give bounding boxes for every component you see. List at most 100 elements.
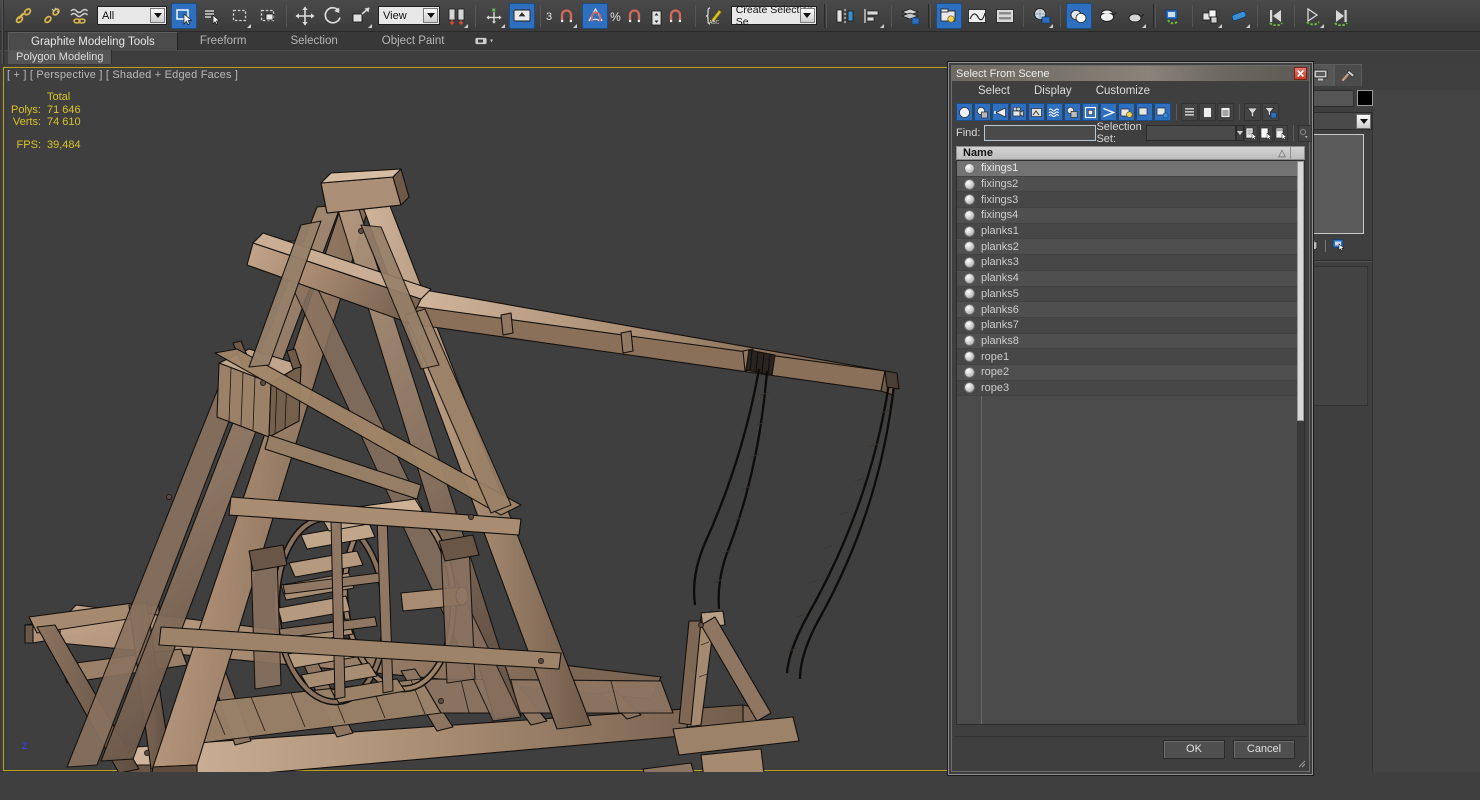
object-bulb-icon[interactable]: [964, 162, 975, 174]
expand-all-icon[interactable]: [1217, 103, 1234, 121]
render-setup-icon[interactable]: [1065, 2, 1092, 29]
object-color-swatch[interactable]: [1357, 90, 1373, 106]
graphite-toggle-icon[interactable]: [935, 2, 962, 29]
dialog-resize-grip[interactable]: [1297, 759, 1306, 768]
select-and-manipulate-icon[interactable]: [509, 2, 535, 29]
list-item[interactable]: planks5: [957, 286, 1304, 303]
window-crossing-icon[interactable]: [255, 3, 281, 29]
flyout-corner-icon[interactable]: [879, 23, 884, 28]
advanced-filter-icon[interactable]: [1262, 103, 1279, 121]
list-item[interactable]: fixings1: [957, 161, 1304, 177]
select-influences-icon[interactable]: [1258, 124, 1273, 142]
cancel-button[interactable]: Cancel: [1233, 739, 1295, 759]
chevron-down-icon[interactable]: [1235, 125, 1244, 141]
display-cameras-icon[interactable]: [1010, 103, 1027, 121]
chevron-down-icon[interactable]: [423, 8, 438, 23]
object-bulb-icon[interactable]: [964, 241, 975, 253]
flyout-corner-icon[interactable]: [1048, 23, 1053, 28]
chevron-down-icon[interactable]: [799, 8, 815, 23]
flyout-corner-icon[interactable]: [1245, 23, 1250, 28]
chevron-down-icon[interactable]: [150, 8, 165, 23]
next-frame-icon[interactable]: [1328, 3, 1354, 29]
list-item[interactable]: planks6: [957, 302, 1304, 318]
flyout-corner-icon[interactable]: [1217, 23, 1222, 28]
toolbar-grip[interactable]: [2, 0, 4, 32]
trebuchet-model[interactable]: [1, 65, 951, 773]
container-icon[interactable]: [1198, 3, 1224, 29]
display-helpers-icon[interactable]: [1028, 103, 1045, 121]
object-bulb-icon[interactable]: [964, 366, 975, 378]
tab-selection[interactable]: Selection: [268, 32, 359, 50]
tab-graphite-modeling-tools[interactable]: Graphite Modeling Tools: [8, 32, 178, 50]
named-selection-set-combo[interactable]: Create Selection Se: [730, 4, 817, 28]
curve-editor-icon[interactable]: [964, 3, 990, 29]
dialog-list-header[interactable]: Name △: [956, 146, 1305, 160]
flyout-corner-icon[interactable]: [573, 23, 578, 28]
viewport-label[interactable]: [ + ] [ Perspective ] [ Shaded + Edged F…: [7, 69, 238, 81]
select-object-icon[interactable]: [171, 2, 197, 29]
list-item[interactable]: rope3: [957, 380, 1304, 397]
find-input[interactable]: [984, 125, 1097, 141]
display-bones-icon[interactable]: [1100, 103, 1117, 121]
display-hidden-icon[interactable]: [1154, 103, 1171, 121]
select-dependents-icon[interactable]: [1273, 124, 1288, 142]
list-item[interactable]: planks7: [957, 317, 1304, 334]
object-bulb-icon[interactable]: [964, 178, 975, 190]
list-item[interactable]: planks2: [957, 239, 1304, 256]
select-by-name-icon[interactable]: [199, 3, 225, 29]
menu-customize[interactable]: Customize: [1084, 85, 1162, 97]
display-xrefs-icon[interactable]: [1082, 103, 1099, 121]
close-icon[interactable]: [1294, 67, 1307, 80]
edit-named-selection-icon[interactable]: ABC: [701, 3, 727, 29]
ok-button[interactable]: OK: [1163, 739, 1225, 759]
bind-space-warp-icon[interactable]: [67, 3, 93, 29]
tab-freeform[interactable]: Freeform: [178, 32, 269, 50]
render-frame-window-icon[interactable]: [1094, 3, 1120, 29]
schematic-view-icon[interactable]: [992, 3, 1018, 29]
object-bulb-icon[interactable]: [964, 194, 975, 206]
object-bulb-icon[interactable]: [964, 335, 975, 347]
flyout-corner-icon[interactable]: [1141, 23, 1146, 28]
selection-filter-combo[interactable]: All: [97, 6, 167, 25]
prev-frame-icon[interactable]: [1263, 3, 1289, 29]
select-and-scale-icon[interactable]: [348, 3, 374, 29]
list-item[interactable]: fixings4: [957, 208, 1304, 224]
modifier-list-dropdown[interactable]: [1306, 112, 1372, 130]
flyout-corner-icon[interactable]: [1319, 23, 1324, 28]
list-item[interactable]: fixings3: [957, 192, 1304, 209]
display-groups-icon[interactable]: [1064, 103, 1081, 121]
list-item[interactable]: planks8: [957, 333, 1304, 350]
menu-select[interactable]: Select: [966, 85, 1022, 97]
align-icon[interactable]: [860, 3, 886, 29]
percent-snap-toggle-icon[interactable]: [622, 3, 648, 29]
flyout-corner-icon[interactable]: [247, 23, 251, 28]
list-item[interactable]: fixings2: [957, 176, 1304, 193]
display-influences-icon[interactable]: [1199, 103, 1216, 121]
object-bulb-icon[interactable]: [964, 382, 975, 394]
object-name-field[interactable]: [1306, 90, 1354, 107]
angle-snap-toggle-icon[interactable]: [582, 2, 609, 29]
flyout-corner-icon[interactable]: [368, 23, 372, 28]
spinner-snap-toggle-icon[interactable]: [663, 3, 689, 29]
object-bulb-icon[interactable]: [964, 272, 975, 284]
utilities-hammer-icon[interactable]: [1334, 64, 1362, 86]
select-and-rotate-icon[interactable]: [320, 3, 346, 29]
list-scrollbar-thumb[interactable]: [1297, 161, 1304, 421]
object-bulb-icon[interactable]: [964, 319, 975, 331]
use-selection-center-icon[interactable]: [481, 3, 507, 29]
snap-toggle-icon[interactable]: [553, 3, 579, 29]
play-icon[interactable]: [1300, 3, 1326, 29]
chevron-down-icon[interactable]: [1356, 113, 1371, 129]
list-item[interactable]: planks4: [957, 270, 1304, 287]
render-production-icon[interactable]: [1122, 3, 1148, 29]
object-bulb-icon[interactable]: [964, 225, 975, 237]
object-bulb-icon[interactable]: [964, 209, 975, 221]
coord-system-combo[interactable]: View: [378, 6, 440, 25]
object-bulb-icon[interactable]: [964, 351, 975, 363]
object-bulb-icon[interactable]: [964, 288, 975, 300]
flyout-corner-icon[interactable]: [501, 23, 505, 28]
display-containers-icon[interactable]: [1118, 103, 1135, 121]
list-item[interactable]: planks3: [957, 255, 1304, 271]
isolate-selection-icon[interactable]: [1226, 3, 1252, 29]
dialog-titlebar[interactable]: Select From Scene: [952, 66, 1309, 81]
